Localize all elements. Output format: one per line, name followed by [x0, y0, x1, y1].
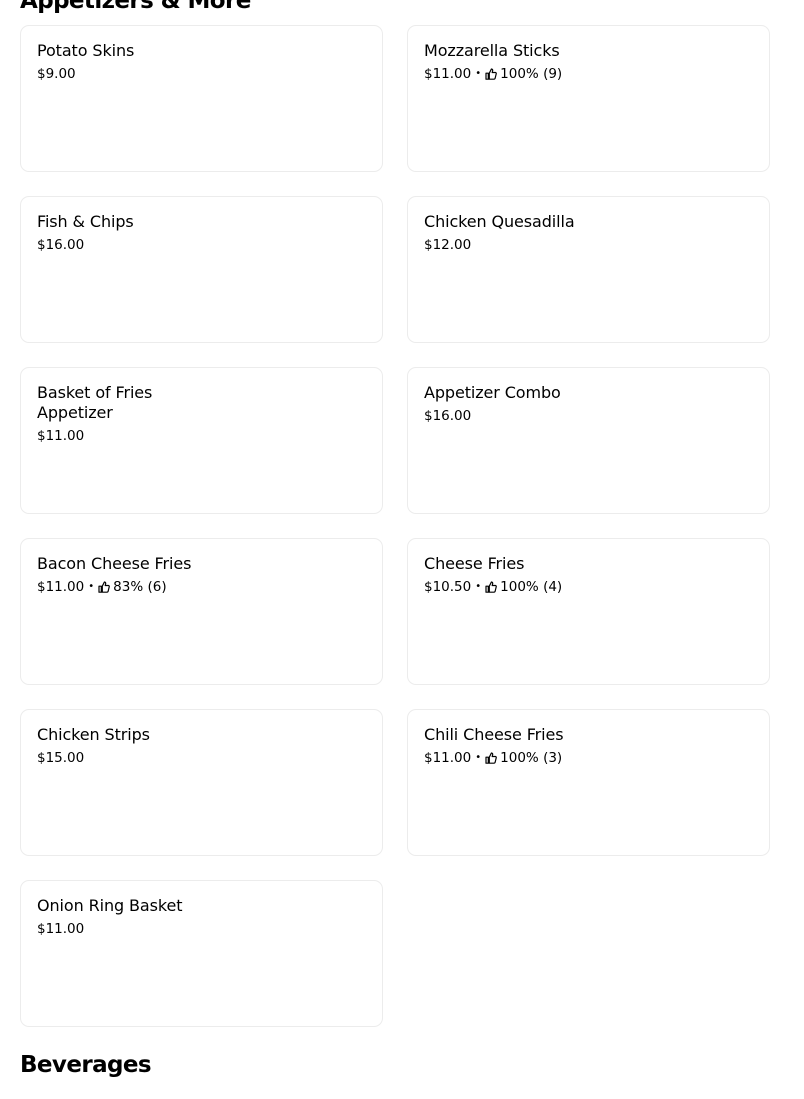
- menu-item-card[interactable]: Chicken Quesadilla $12.00: [407, 196, 770, 343]
- item-name: Potato Skins: [37, 41, 135, 60]
- item-price: $11.00: [37, 579, 85, 595]
- menu-item-card[interactable]: Bacon Cheese Fries $11.00 • 83% (6): [20, 538, 383, 685]
- menu-item-card[interactable]: Appetizer Combo $16.00: [407, 367, 770, 514]
- item-name: Appetizer Combo: [424, 383, 561, 402]
- item-rating: 100%: [500, 750, 539, 766]
- menu-item-card[interactable]: Cheese Fries $10.50 • 100% (4): [407, 538, 770, 685]
- menu-item-card[interactable]: Onion Ring Basket $11.00: [20, 880, 383, 1027]
- item-meta: $11.00 • 100% (9): [424, 65, 614, 83]
- separator-dot: •: [475, 752, 482, 763]
- item-price: $11.00: [37, 921, 85, 937]
- item-price: $11.00: [424, 750, 472, 766]
- menu-item-card[interactable]: Basket of Fries Appetizer $11.00: [20, 367, 383, 514]
- item-meta: $9.00: [37, 65, 227, 83]
- menu-item-card[interactable]: Chicken Strips $15.00: [20, 709, 383, 856]
- item-name: Chili Cheese Fries: [424, 725, 564, 744]
- item-rating: 100%: [500, 579, 539, 595]
- thumbs-up-icon: [485, 752, 498, 764]
- item-rating: 100%: [500, 66, 539, 82]
- item-rating-count: (3): [543, 750, 563, 766]
- section-heading-beverages: Beverages: [20, 1052, 152, 1078]
- item-name: Bacon Cheese Fries: [37, 554, 192, 573]
- item-meta: $15.00: [37, 749, 227, 767]
- item-name: Onion Ring Basket: [37, 896, 183, 915]
- item-price: $15.00: [37, 750, 85, 766]
- item-meta: $16.00: [37, 236, 227, 254]
- separator-dot: •: [475, 68, 482, 79]
- thumbs-up-icon: [485, 68, 498, 80]
- item-rating-count: (9): [543, 66, 563, 82]
- item-price: $11.00: [37, 428, 85, 444]
- separator-dot: •: [88, 581, 95, 592]
- item-price: $16.00: [424, 408, 472, 424]
- item-price: $11.00: [424, 66, 472, 82]
- thumbs-up-icon: [485, 581, 498, 593]
- item-name: Basket of Fries Appetizer: [37, 383, 153, 422]
- menu-item-card[interactable]: Fish & Chips $16.00: [20, 196, 383, 343]
- item-rating-count: (4): [543, 579, 563, 595]
- item-meta: $11.00 • 83% (6): [37, 578, 227, 596]
- item-meta: $12.00: [424, 236, 614, 254]
- menu-item-card[interactable]: Potato Skins $9.00: [20, 25, 383, 172]
- item-price: $10.50: [424, 579, 472, 595]
- item-price: $12.00: [424, 237, 472, 253]
- item-rating-count: (6): [147, 579, 167, 595]
- item-name: Chicken Quesadilla: [424, 212, 575, 231]
- menu-item-card[interactable]: Chili Cheese Fries $11.00 • 100% (3): [407, 709, 770, 856]
- item-meta: $10.50 • 100% (4): [424, 578, 614, 596]
- section-heading-appetizers: Appetizers & More: [20, 0, 251, 14]
- item-name: Mozzarella Sticks: [424, 41, 560, 60]
- item-rating: 83%: [113, 579, 144, 595]
- item-meta: $11.00 • 100% (3): [424, 749, 614, 767]
- separator-dot: •: [475, 581, 482, 592]
- item-price: $9.00: [37, 66, 76, 82]
- item-name: Chicken Strips: [37, 725, 150, 744]
- item-name: Fish & Chips: [37, 212, 134, 231]
- thumbs-up-icon: [98, 581, 111, 593]
- item-price: $16.00: [37, 237, 85, 253]
- item-meta: $11.00: [37, 920, 227, 938]
- item-name: Cheese Fries: [424, 554, 525, 573]
- menu-item-card[interactable]: Mozzarella Sticks $11.00 • 100% (9): [407, 25, 770, 172]
- item-meta: $11.00: [37, 427, 187, 445]
- item-meta: $16.00: [424, 407, 614, 425]
